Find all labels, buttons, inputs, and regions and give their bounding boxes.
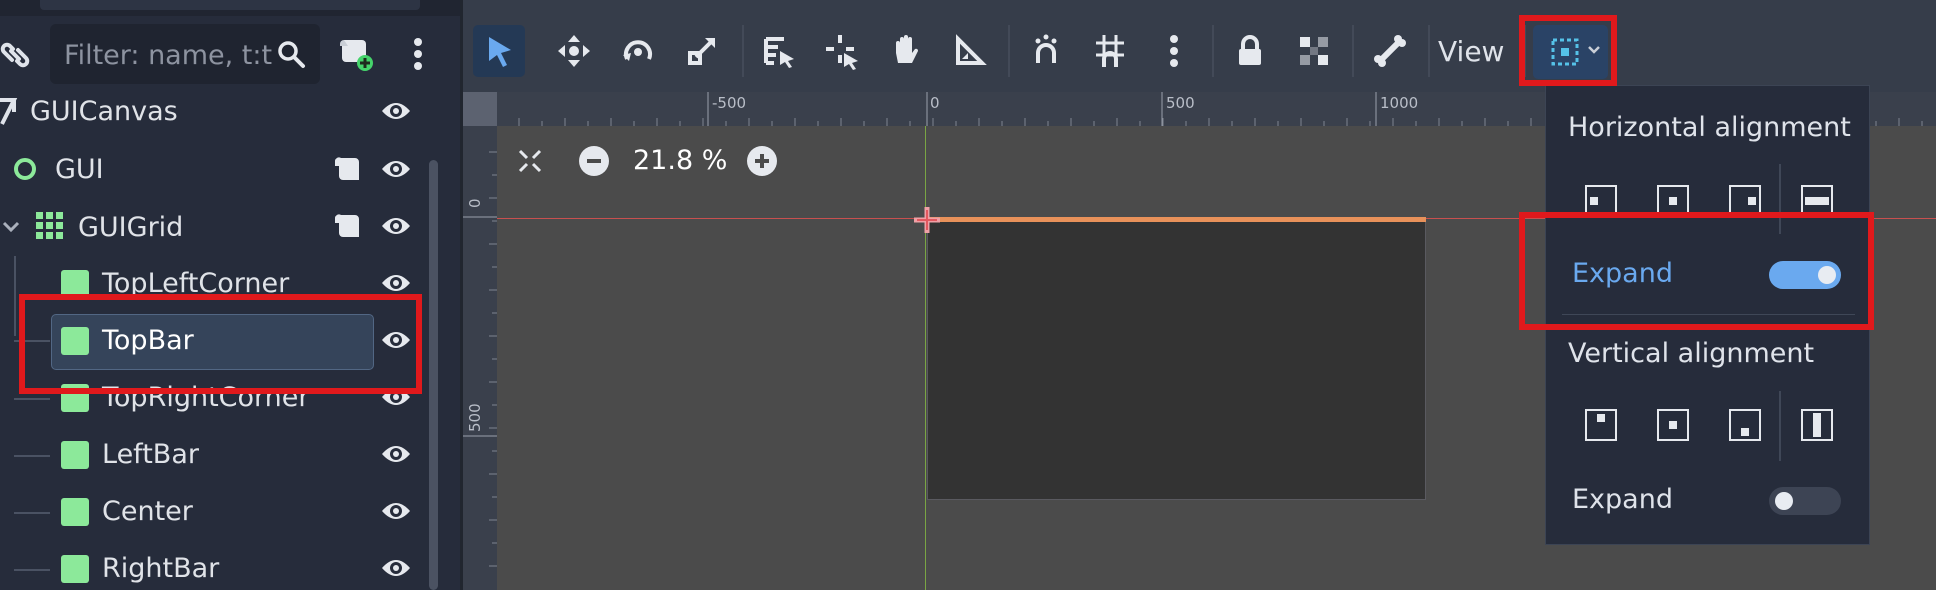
- nine-patch-icon: [61, 441, 89, 469]
- tree-guide: [14, 569, 50, 571]
- visibility-icon[interactable]: [380, 99, 412, 123]
- view-menu-button[interactable]: View: [1438, 30, 1504, 74]
- control-circle-icon: [14, 158, 36, 180]
- highlight-box-sizing-button: [1519, 15, 1617, 86]
- bone-icon: [1374, 35, 1406, 67]
- list-select-icon: [764, 37, 794, 68]
- pan-icon: [896, 35, 919, 63]
- grid-snap-button[interactable]: [1084, 25, 1136, 77]
- more-icon: [1170, 35, 1178, 67]
- ruler-label: 0: [930, 94, 940, 112]
- visibility-icon[interactable]: [380, 157, 412, 181]
- align-v-center-button[interactable]: [1652, 404, 1696, 448]
- dock-header-tab[interactable]: [40, 0, 420, 10]
- skeleton-button[interactable]: [1364, 25, 1416, 77]
- ruler-mode-button[interactable]: [944, 25, 996, 77]
- collapse-arrow-icon[interactable]: [0, 216, 22, 238]
- tree-item-label[interactable]: GUI: [55, 154, 104, 185]
- tree-item-label[interactable]: RightBar: [102, 553, 219, 584]
- toolbar-separator: [1008, 25, 1010, 77]
- toolbar-separator: [1212, 25, 1214, 77]
- tree-item-label[interactable]: LeftBar: [102, 439, 199, 470]
- horizontal-alignment-title: Horizontal alignment: [1568, 112, 1851, 143]
- toolbar-separator: [1428, 25, 1430, 77]
- pivot-icon: [826, 35, 858, 70]
- ruler-corner: [463, 92, 497, 126]
- nine-patch-icon: [61, 498, 89, 526]
- visibility-icon[interactable]: [380, 214, 412, 238]
- move-mode-button[interactable]: [548, 25, 600, 77]
- align-v-end-button[interactable]: [1724, 404, 1768, 448]
- more-options-icon[interactable]: [412, 36, 424, 72]
- zoom-out-icon[interactable]: [578, 145, 610, 177]
- filter-input[interactable]: [62, 24, 276, 86]
- ruler-label: 0: [466, 198, 484, 208]
- pan-mode-button[interactable]: [880, 25, 932, 77]
- move-icon: [558, 35, 590, 67]
- visibility-icon[interactable]: [380, 271, 412, 295]
- ruler-label: 500: [1166, 94, 1195, 112]
- tree-guide: [14, 398, 50, 400]
- tree-guide: [14, 455, 50, 457]
- vertical-expand-label[interactable]: Expand: [1572, 484, 1673, 515]
- rotate-icon: [623, 40, 652, 61]
- group-icon: [1300, 37, 1328, 65]
- ruler-icon: [956, 34, 987, 65]
- tree-item-label[interactable]: GUIGrid: [78, 212, 183, 243]
- y-axis-line: [925, 126, 926, 590]
- toolbar-separator: [1352, 25, 1354, 77]
- visibility-icon[interactable]: [380, 499, 412, 523]
- visibility-icon[interactable]: [380, 442, 412, 466]
- group-button[interactable]: [1288, 25, 1340, 77]
- gui-grid-rect[interactable]: [927, 220, 1426, 500]
- highlight-box-topbar: [19, 294, 422, 394]
- left-ruler[interactable]: [463, 92, 497, 590]
- ruler-label: 500: [466, 403, 484, 432]
- scene-dock: GUICanvas GUI GUIGrid TopLeftCorner TopB…: [0, 0, 460, 590]
- grid-snap-icon: [1096, 35, 1124, 67]
- toolbar-separator: [742, 25, 744, 77]
- script-icon[interactable]: [335, 156, 361, 186]
- topbar-node-rect[interactable]: [927, 217, 1426, 222]
- pivot-crosshair-icon[interactable]: [912, 205, 942, 235]
- grid-container-icon: [36, 212, 64, 240]
- pivot-mode-button[interactable]: [816, 25, 868, 77]
- snap-options-button[interactable]: [1148, 25, 1200, 77]
- ruler-label: 1000: [1380, 94, 1419, 112]
- rotate-mode-button[interactable]: [612, 25, 664, 77]
- lock-button[interactable]: [1224, 25, 1276, 77]
- tree-item-label[interactable]: GUICanvas: [30, 96, 178, 127]
- tree-item-label[interactable]: Center: [102, 496, 193, 527]
- align-v-begin-button[interactable]: [1580, 404, 1624, 448]
- attach-script-icon[interactable]: [338, 36, 374, 72]
- link-icon[interactable]: [0, 40, 30, 70]
- vertical-expand-toggle[interactable]: [1769, 487, 1841, 515]
- smart-snap-button[interactable]: [1020, 25, 1072, 77]
- highlight-box-expand: [1519, 212, 1874, 330]
- canvas-layer-icon: [0, 96, 20, 126]
- align-v-fill-button[interactable]: [1796, 404, 1840, 448]
- visibility-icon[interactable]: [380, 556, 412, 580]
- scale-mode-button[interactable]: [676, 25, 728, 77]
- zoom-level[interactable]: 21.8 %: [633, 145, 727, 176]
- tree-guide: [14, 512, 50, 514]
- search-icon: [276, 39, 306, 69]
- popup-separator: [1779, 391, 1781, 461]
- script-icon[interactable]: [335, 213, 361, 243]
- zoom-reset-icon[interactable]: [514, 145, 546, 177]
- smart-snap-icon: [1035, 34, 1057, 63]
- select-icon: [489, 37, 511, 67]
- lock-icon: [1239, 35, 1261, 65]
- zoom-in-icon[interactable]: [746, 145, 778, 177]
- select-mode-button[interactable]: [473, 25, 525, 77]
- filter-field[interactable]: [50, 24, 320, 86]
- list-select-button[interactable]: [752, 25, 804, 77]
- ruler-label: -500: [712, 94, 747, 112]
- vertical-alignment-title: Vertical alignment: [1568, 338, 1815, 369]
- scale-icon: [688, 38, 715, 65]
- nine-patch-icon: [61, 555, 89, 583]
- tree-guide: [14, 256, 16, 336]
- dock-scrollbar[interactable]: [429, 160, 438, 590]
